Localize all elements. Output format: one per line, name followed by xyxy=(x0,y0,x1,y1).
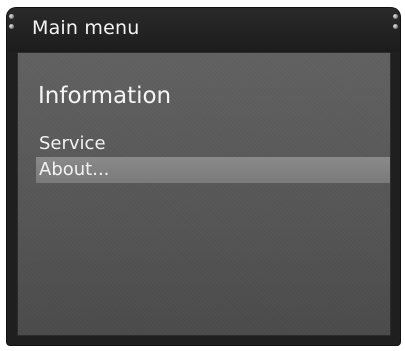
window-title: Main menu xyxy=(32,17,140,39)
menu-item-label: Service xyxy=(39,133,106,154)
rivet-icon xyxy=(393,14,398,19)
title-bar: Main menu xyxy=(7,8,400,52)
menu-window: Main menu Information Service About... xyxy=(7,8,400,345)
menu-item-label: About... xyxy=(39,159,110,180)
rivet-icon xyxy=(9,14,14,19)
menu-item-about[interactable]: About... xyxy=(36,157,390,183)
menu-panel: Information Service About... xyxy=(17,52,391,336)
rivet-icon xyxy=(9,24,14,29)
section-heading: Information xyxy=(38,83,172,109)
menu-item-service[interactable]: Service xyxy=(36,131,390,157)
rivet-icon xyxy=(393,24,398,29)
